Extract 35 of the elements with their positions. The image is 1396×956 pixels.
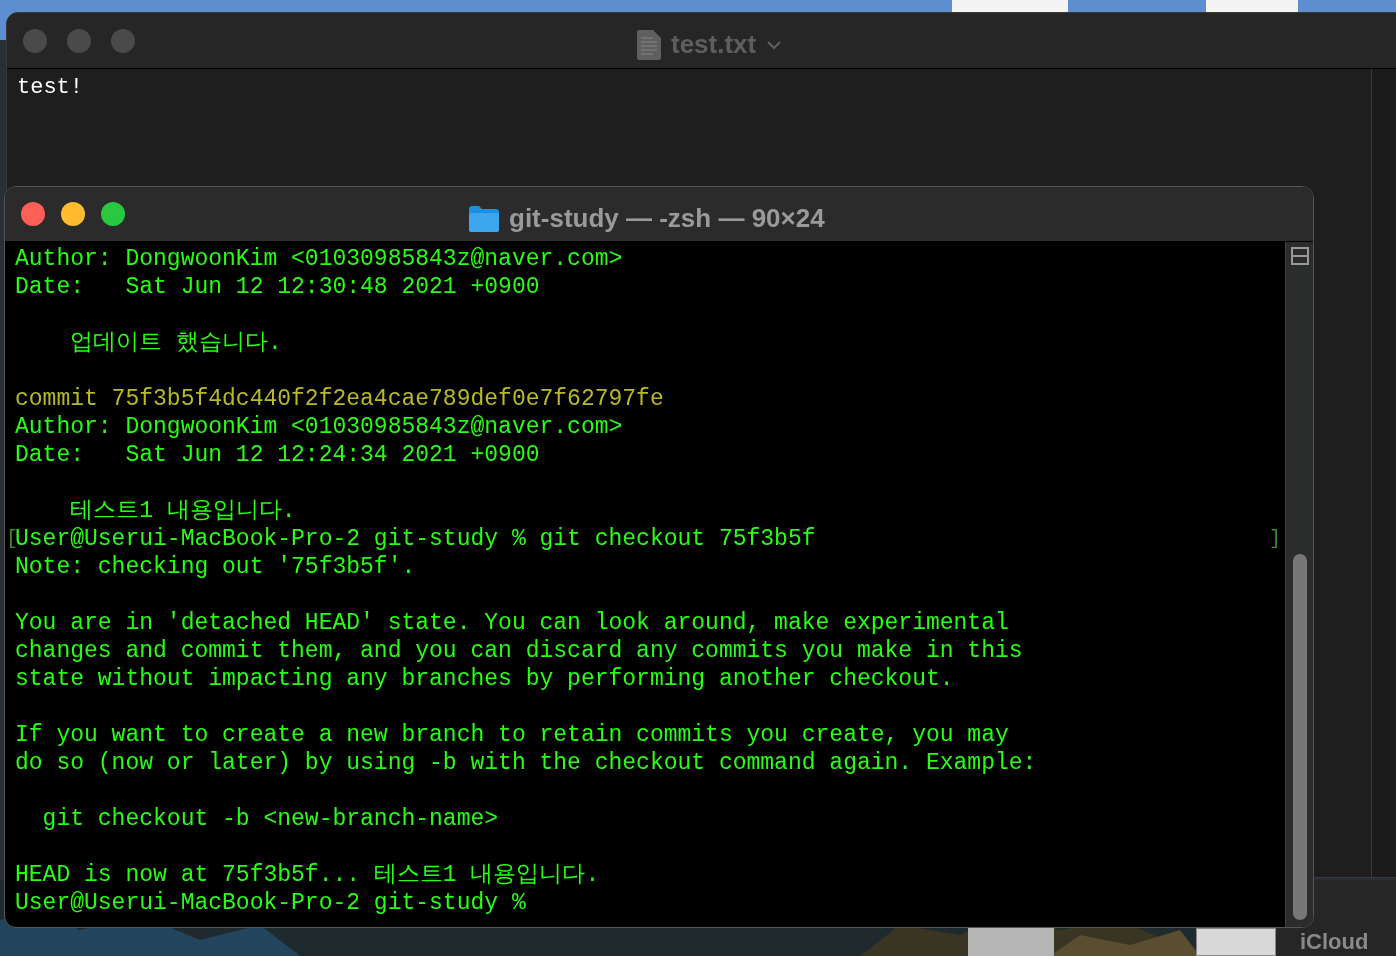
mark-bracket: ] <box>1269 526 1281 552</box>
folder-icon <box>469 205 499 232</box>
output-line: HEAD is now at 75f3b5f... 테스트1 내용입니다. <box>15 861 600 889</box>
output-line: 테스트1 내용입니다. <box>69 497 296 525</box>
document-text: test! <box>17 75 83 100</box>
split-pane-icon[interactable] <box>1291 247 1309 265</box>
output-line: state without impacting any branches by performing another checkout. <box>15 665 954 693</box>
output-line: You are in 'detached HEAD' state. You can look around, make experimental <box>15 609 1009 637</box>
output-line: git checkout -b <new-branch-name> <box>41 805 499 833</box>
output-line: Author: DongwoonKim <01030985843z@naver.com> <box>15 245 623 273</box>
chevron-down-icon[interactable] <box>766 39 783 50</box>
scrollbar-thumb[interactable] <box>1293 554 1307 920</box>
zip-file-thumbnail[interactable] <box>968 928 1054 956</box>
window-title: git-study — -zsh — 90×24 <box>509 202 825 235</box>
window-title: test.txt <box>671 28 757 61</box>
output-line: changes and commit them, and you can discard any commits you make in this <box>15 637 1023 665</box>
output-line: Note: checking out '75f3b5f'. <box>15 553 416 581</box>
output-line: Author: DongwoonKim <01030985843z@naver.com> <box>15 413 623 441</box>
output-line: User@Userui-MacBook-Pro-2 git-study % <box>15 889 526 917</box>
output-line: Date: Sat Jun 12 12:24:34 2021 +0900 <box>15 441 540 469</box>
document-thumbnail[interactable] <box>1196 928 1276 956</box>
output-line: 업데이트 했습니다. <box>69 329 282 357</box>
output-line: do so (now or later) by using -b with the checkout command again. Example: <box>15 749 1037 777</box>
file-thumbnail[interactable] <box>1206 0 1298 12</box>
scrollbar[interactable] <box>1285 242 1313 927</box>
output-line: If you want to create a new branch to retain commits you create, you may <box>15 721 1009 749</box>
desktop-icon-label: iCloud <box>1300 930 1369 954</box>
close-button[interactable] <box>21 202 45 226</box>
document-icon <box>637 29 661 60</box>
output-line: Date: Sat Jun 12 12:30:48 2021 +0900 <box>15 273 540 301</box>
minimize-button[interactable] <box>61 202 85 226</box>
file-thumbnail[interactable] <box>952 0 1068 12</box>
command-line: User@Userui-MacBook-Pro-2 git-study % git checkout 75f3b5f <box>15 525 816 553</box>
commit-line: commit 75f3b5f4dc440f2f2ea4cae789def0e7f62797fe <box>15 385 664 413</box>
zoom-button[interactable] <box>101 202 125 226</box>
